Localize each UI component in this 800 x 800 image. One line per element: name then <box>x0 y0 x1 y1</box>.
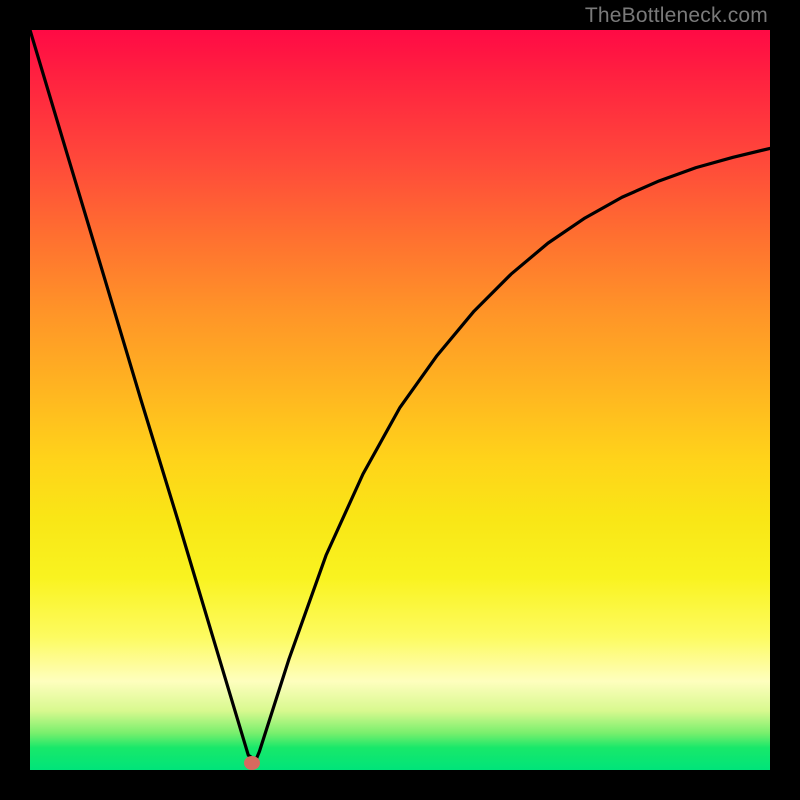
curve-path <box>30 30 770 760</box>
chart-frame: TheBottleneck.com <box>0 0 800 800</box>
bottleneck-curve <box>30 30 770 770</box>
optimum-marker <box>244 756 260 770</box>
attribution-label: TheBottleneck.com <box>585 4 768 28</box>
plot-area <box>30 30 770 770</box>
